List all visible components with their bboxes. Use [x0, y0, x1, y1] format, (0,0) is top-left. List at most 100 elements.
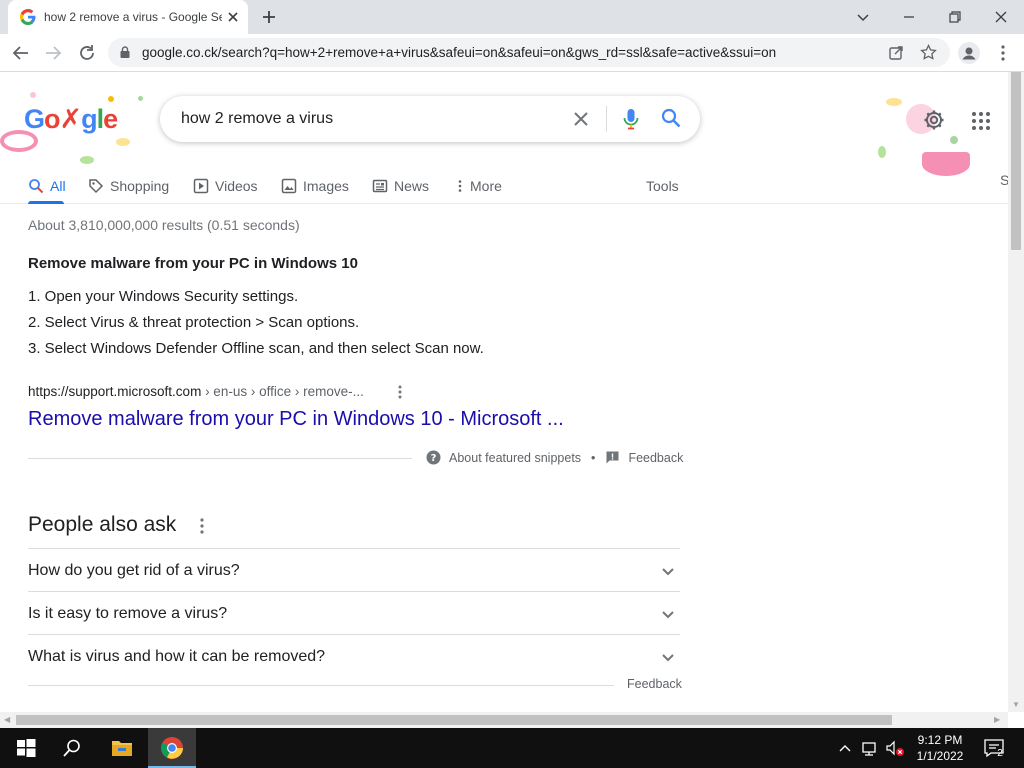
chevron-down-icon[interactable] [658, 604, 678, 624]
new-tab-plus-icon[interactable] [260, 8, 278, 26]
clear-search-icon[interactable] [570, 108, 592, 130]
tab-news[interactable]: News [372, 172, 429, 200]
browser-titlebar: how 2 remove a virus - Google Search [0, 0, 1024, 34]
system-clock[interactable]: 9:12 PM 1/1/2022 [910, 732, 970, 764]
paa-question-row[interactable]: Is it easy to remove a virus? [28, 591, 680, 634]
paa-options-icon[interactable] [194, 516, 210, 536]
chrome-menu-icon[interactable] [992, 42, 1014, 64]
tab-videos[interactable]: Videos [193, 172, 258, 200]
back-arrow-icon[interactable] [10, 42, 32, 64]
list-item: 2. Select Virus & threat protection > Sc… [28, 314, 360, 331]
search-results-page: Go✗gle how 2 remove a virus S All Shoppi… [0, 72, 1008, 712]
scroll-left-arrow-icon[interactable]: ◀ [4, 715, 10, 724]
bookmark-star-icon[interactable] [920, 44, 937, 61]
search-tabs: All Shopping Videos Images News More Too… [0, 168, 1008, 204]
chevron-down-icon[interactable] [658, 561, 678, 581]
paa-question[interactable]: How do you get rid of a virus? [28, 562, 240, 580]
source-domain[interactable]: https://support.microsoft.com [28, 384, 201, 399]
tab-title: how 2 remove a virus - Google Search [44, 10, 222, 24]
list-item: 1. Open your Windows Security settings. [28, 288, 299, 305]
paa-question-row[interactable]: What is virus and how it can be removed? [28, 634, 680, 677]
microphone-icon[interactable] [620, 107, 642, 131]
help-circle-icon[interactable]: ? [426, 450, 441, 465]
browser-toolbar: google.co.ck/search?q=how+2+remove+a+vir… [0, 34, 1024, 72]
chevron-up-icon[interactable] [836, 736, 854, 760]
window-close-icon[interactable] [990, 6, 1012, 28]
tab-more-label: More [470, 178, 502, 194]
feedback-link[interactable]: Feedback [628, 451, 683, 465]
svg-text:?: ? [431, 453, 437, 464]
settings-gear-icon[interactable] [922, 108, 946, 132]
result-source-url[interactable]: https://support.microsoft.com › en-us › … [28, 384, 364, 399]
clock-date: 1/1/2022 [916, 749, 964, 763]
more-vertical-icon [458, 180, 462, 192]
search-input[interactable]: how 2 remove a virus [181, 110, 333, 128]
volume-muted-icon[interactable] [884, 736, 906, 760]
search-box-divider [606, 106, 607, 132]
tab-more[interactable]: More [452, 172, 502, 200]
paa-feedback-link[interactable]: Feedback [627, 677, 682, 691]
windows-start-icon[interactable] [14, 736, 38, 760]
feedback-icon[interactable] [605, 450, 620, 465]
lock-icon[interactable] [118, 45, 132, 59]
paa-question[interactable]: Is it easy to remove a virus? [28, 605, 227, 623]
profile-avatar-icon[interactable] [958, 42, 980, 64]
tab-images[interactable]: Images [281, 172, 349, 200]
search-box[interactable]: how 2 remove a virus [160, 96, 700, 142]
tab-search-chevron-icon[interactable] [852, 6, 874, 28]
file-explorer-icon[interactable] [110, 736, 134, 760]
network-icon[interactable] [860, 736, 880, 760]
tools-button[interactable]: Tools [646, 172, 679, 200]
image-icon [281, 178, 297, 194]
restore-icon[interactable] [944, 6, 966, 28]
horizontal-scroll-thumb[interactable] [16, 715, 892, 725]
confetti-dot [886, 98, 902, 106]
result-stats: About 3,810,000,000 results (0.51 second… [28, 217, 300, 233]
confetti-dot [878, 146, 886, 158]
confetti-dot [138, 96, 143, 101]
confetti-dot [108, 96, 114, 102]
address-bar[interactable]: google.co.ck/search?q=how+2+remove+a+vir… [108, 38, 950, 67]
reload-icon[interactable] [76, 42, 98, 64]
snippet-footer: ? About featured snippets • Feedback [426, 450, 683, 465]
list-item: 3. Select Windows Defender Offline scan,… [28, 340, 484, 357]
google-doodle-logo[interactable]: Go✗gle [24, 104, 118, 135]
source-breadcrumb[interactable]: › en-us › office › remove-... [201, 384, 364, 399]
tab-shopping[interactable]: Shopping [88, 172, 169, 200]
tab-videos-label: Videos [215, 178, 258, 194]
about-featured-snippets-link[interactable]: About featured snippets [449, 451, 581, 465]
search-icon[interactable] [660, 107, 682, 129]
featured-snippet-steps: 1. Open your Windows Security settings. … [28, 288, 484, 366]
vertical-scroll-thumb[interactable] [1011, 72, 1021, 250]
result-options-icon[interactable] [392, 383, 408, 401]
share-icon[interactable] [888, 44, 905, 61]
google-apps-grid-icon[interactable] [970, 110, 992, 132]
search-icon[interactable] [60, 736, 84, 760]
paa-question-row[interactable]: How do you get rid of a virus? [28, 548, 680, 591]
forward-arrow-icon[interactable] [42, 42, 64, 64]
scroll-right-arrow-icon[interactable]: ▶ [994, 715, 1000, 724]
tab-news-label: News [394, 178, 430, 194]
active-tab-indicator [28, 201, 64, 204]
tools-label: Tools [646, 178, 679, 194]
tab-close-icon[interactable] [224, 8, 242, 26]
tag-icon [89, 179, 104, 194]
horizontal-scrollbar[interactable]: ◀ ▶ [0, 712, 1008, 728]
tab-all-label: All [50, 178, 66, 194]
google-favicon-icon [20, 9, 36, 25]
result-title-link[interactable]: Remove malware from your PC in Windows 1… [28, 408, 564, 431]
chrome-icon[interactable] [160, 736, 184, 760]
confetti-dot [116, 138, 130, 146]
minimize-icon[interactable] [898, 6, 920, 28]
paa-bottom-divider [28, 685, 614, 686]
browser-tab-active[interactable]: how 2 remove a virus - Google Search [8, 0, 248, 34]
clock-time: 9:12 PM [917, 733, 963, 747]
confetti-dot [950, 136, 958, 144]
scroll-down-arrow-icon[interactable]: ▼ [1012, 700, 1020, 709]
vertical-scrollbar[interactable]: ▼ [1008, 72, 1024, 712]
tab-all[interactable]: All [28, 172, 66, 200]
paa-question[interactable]: What is virus and how it can be removed? [28, 648, 325, 666]
url-text[interactable]: google.co.ck/search?q=how+2+remove+a+vir… [142, 45, 776, 60]
chevron-down-icon[interactable] [658, 647, 678, 667]
search-small-icon [29, 179, 44, 194]
